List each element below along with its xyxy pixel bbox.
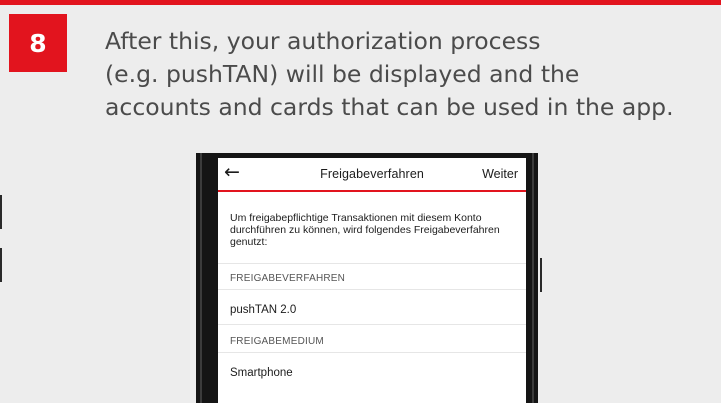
instruction-line: After this, your authorization process	[105, 27, 541, 55]
instruction-text: After this, your authorization process (…	[105, 25, 705, 124]
phone-side-button	[0, 195, 2, 229]
section-label-method: FREIGABEVERFAHREN	[230, 273, 346, 284]
nav-underline	[218, 190, 526, 192]
navigation-bar: ← Freigabeverfahren Weiter	[218, 158, 526, 190]
phone-side-button	[0, 248, 2, 282]
method-value[interactable]: pushTAN 2.0	[230, 304, 296, 316]
divider	[218, 263, 526, 264]
instruction-line: accounts and cards that can be used in t…	[105, 93, 674, 121]
step-number-badge: 8	[9, 14, 67, 72]
divider	[218, 352, 526, 353]
divider	[218, 289, 526, 290]
phone-screen: ← Freigabeverfahren Weiter Um freigabepf…	[218, 158, 526, 403]
screen-title: Freigabeverfahren	[320, 167, 424, 181]
phone-side-button	[540, 258, 542, 292]
next-button[interactable]: Weiter	[482, 167, 518, 181]
top-accent-rule	[0, 0, 721, 5]
instruction-line: (e.g. pushTAN) will be displayed and the	[105, 60, 580, 88]
divider	[218, 324, 526, 325]
description-text: Um freigabepflichtige Transaktionen mit …	[230, 212, 500, 248]
medium-value[interactable]: Smartphone	[230, 367, 293, 379]
section-label-medium: FREIGABEMEDIUM	[230, 336, 324, 347]
